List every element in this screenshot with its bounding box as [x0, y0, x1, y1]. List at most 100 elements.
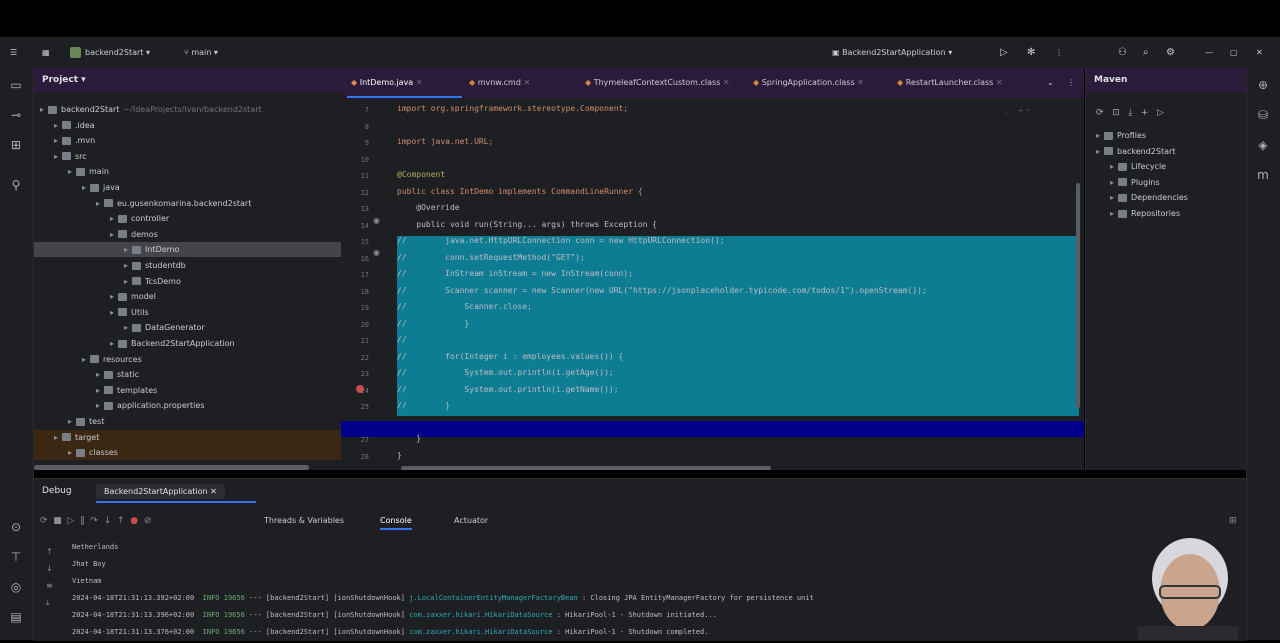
search-icon[interactable]: ⌕	[1143, 45, 1149, 60]
branch-switcher[interactable]: ⑂ main ▾	[184, 45, 218, 60]
log-logger[interactable]: j.LocalContainerEntityManagerFactoryBean	[409, 594, 578, 602]
scroll-to-end-icon[interactable]: ⤓	[46, 598, 50, 607]
run-config-selector[interactable]: ▣ Backend2StartApplication ▾	[832, 45, 952, 60]
expand-arrow-icon[interactable]: ▸	[1096, 144, 1104, 159]
mute-breakpoints-icon[interactable]: ⊘	[144, 516, 152, 526]
pull-requests-icon[interactable]: ⚲	[9, 178, 23, 192]
commit-tool-icon[interactable]: ⊸	[9, 108, 23, 122]
expand-arrow-icon[interactable]: ▸	[1096, 128, 1104, 143]
tree-row[interactable]: ▸ controller	[34, 211, 341, 226]
expand-arrow-icon[interactable]: ▸	[124, 258, 132, 273]
editor-h-scrollbar[interactable]	[401, 466, 771, 470]
rerun-icon[interactable]: ⟳	[40, 516, 48, 526]
inspection-widget[interactable]: ◦ ◦ ^ ˅	[1005, 109, 1029, 117]
override-gutter-icon[interactable]: ◉	[373, 248, 380, 257]
expand-arrow-icon[interactable]: ▸	[1110, 159, 1118, 174]
expand-arrow-icon[interactable]: ▸	[82, 352, 90, 367]
editor-tab[interactable]: ◆ mvnw.cmd ✕	[469, 76, 530, 90]
run-icon[interactable]: ▷	[1000, 45, 1008, 60]
layout-settings-icon[interactable]: ⊞	[1229, 516, 1237, 526]
tree-row[interactable]: ▸ main	[34, 164, 341, 179]
tabs-menu-icon[interactable]: ⋮	[1067, 76, 1075, 90]
terminal-icon[interactable]: ▤	[9, 610, 23, 624]
scroll-up-icon[interactable]: ↑	[46, 547, 53, 556]
expand-arrow-icon[interactable]: ▸	[124, 320, 132, 335]
maximize-icon[interactable]: ▢	[1230, 45, 1238, 60]
tree-row[interactable]: ▸ demos	[34, 227, 341, 242]
maven-tree-item[interactable]: ▸ Profiles	[1096, 128, 1146, 143]
tree-row[interactable]: ▸ backend2Start ~/IdeaProjects/Ivan/backen…	[34, 102, 340, 117]
tree-row[interactable]: ▸ .idea	[34, 118, 341, 133]
pause-icon[interactable]: ‖	[80, 516, 85, 526]
tree-row[interactable]: ▸ eu.gusenkomarina.backend2start	[34, 196, 341, 211]
step-into-icon[interactable]: ↓	[104, 516, 112, 526]
expand-arrow-icon[interactable]: ▸	[54, 118, 62, 133]
expand-arrow-icon[interactable]: ▸	[96, 196, 104, 211]
tree-row[interactable]: ▸ java	[34, 180, 341, 195]
tree-row[interactable]: ▸ Utils	[34, 305, 341, 320]
editor-tab[interactable]: ◆ IntDemo.java ✕	[351, 76, 422, 90]
maven-panel-title[interactable]: Maven	[1094, 75, 1127, 85]
tree-row[interactable]: ▸ studentdb	[34, 258, 341, 273]
notifications-icon[interactable]: ⊕	[1256, 78, 1270, 92]
project-tool-icon[interactable]: ▭	[9, 78, 23, 92]
editor-tab[interactable]: ◆ RestartLauncher.class ✕	[897, 76, 1003, 90]
soft-wrap-icon[interactable]: ≡	[46, 581, 53, 590]
expand-arrow-icon[interactable]: ▸	[1110, 206, 1118, 221]
account-icon[interactable]: ⚇	[1118, 45, 1127, 60]
tree-row[interactable]: ▸ src	[34, 149, 341, 164]
tab-close-icon[interactable]: ✕	[993, 78, 1003, 87]
step-over-icon[interactable]: ↷	[90, 516, 98, 526]
log-logger[interactable]: com.zaxxer.hikari.HikariDataSource	[409, 611, 552, 619]
tree-row[interactable]: ▸ Backend2StartApplication	[34, 336, 341, 351]
tree-row[interactable]: ▸ target	[34, 429, 341, 445]
expand-arrow-icon[interactable]: ▸	[68, 164, 76, 179]
minimize-icon[interactable]: —	[1205, 45, 1213, 60]
settings-icon[interactable]: ⚙	[1166, 45, 1175, 60]
view-breakpoints-icon[interactable]: ●	[130, 516, 138, 526]
debug-subtab[interactable]: Threads & Variables	[264, 516, 344, 525]
tree-row[interactable]: ▸ static	[34, 367, 341, 382]
app-menu-icon[interactable]: ☰	[10, 45, 17, 60]
expand-arrow-icon[interactable]: ▸	[110, 336, 118, 351]
download-icon[interactable]: ⤓	[1128, 108, 1132, 118]
debug-icon[interactable]: ✻	[1027, 45, 1035, 60]
maven-tree-item[interactable]: ▸ Repositories	[1110, 206, 1180, 221]
tree-row[interactable]: ▸ classes	[34, 445, 341, 461]
expand-arrow-icon[interactable]: ▸	[96, 383, 104, 398]
expand-arrow-icon[interactable]: ▸	[40, 102, 48, 117]
project-panel-title[interactable]: Project	[42, 75, 78, 85]
generate-sources-icon[interactable]: ⊡	[1112, 108, 1120, 118]
debug-subtab[interactable]: Console	[380, 516, 412, 530]
tree-row[interactable]: ▸ resources	[34, 352, 341, 367]
step-out-icon[interactable]: ↑	[117, 516, 125, 526]
maven-tree-item[interactable]: ▸ Dependencies	[1110, 190, 1188, 205]
maven-tree-item[interactable]: ▸ backend2Start	[1096, 144, 1175, 159]
project-h-scrollbar[interactable]	[34, 465, 309, 470]
tab-close-icon[interactable]: ✕	[413, 78, 423, 87]
services-icon[interactable]: ⊙	[9, 520, 23, 534]
tab-close-icon[interactable]: ✕	[855, 78, 864, 87]
expand-arrow-icon[interactable]: ▸	[124, 242, 132, 257]
breakpoint-icon[interactable]	[356, 385, 364, 393]
endpoints-icon[interactable]: ⊤	[9, 550, 23, 564]
close-icon[interactable]: ✕	[1256, 45, 1263, 60]
editor-tab[interactable]: ◆ SpringApplication.class ✕	[753, 76, 864, 90]
expand-arrow-icon[interactable]: ▸	[54, 430, 62, 445]
project-switcher[interactable]: backend2Start ▾	[70, 45, 150, 60]
stop-icon[interactable]: ■	[53, 516, 62, 526]
problems-icon[interactable]: ◎	[9, 580, 23, 594]
expand-arrow-icon[interactable]: ▸	[1110, 175, 1118, 190]
maven-tool-icon[interactable]: m	[1256, 168, 1270, 182]
maven-tree-item[interactable]: ▸ Plugins	[1110, 175, 1160, 190]
expand-arrow-icon[interactable]: ▸	[82, 180, 90, 195]
expand-arrow-icon[interactable]: ▸	[96, 398, 104, 413]
expand-arrow-icon[interactable]: ▸	[54, 149, 62, 164]
implementations-gutter-icon[interactable]: ◉	[373, 216, 380, 225]
expand-arrow-icon[interactable]: ▸	[54, 133, 62, 148]
reload-icon[interactable]: ⟳	[1096, 108, 1104, 118]
ai-assistant-icon[interactable]: ◈	[1256, 138, 1270, 152]
expand-arrow-icon[interactable]: ▸	[1110, 190, 1118, 205]
tree-row[interactable]: ▸ IntDemo	[34, 242, 341, 258]
tab-close-icon[interactable]: ✕	[521, 78, 530, 87]
